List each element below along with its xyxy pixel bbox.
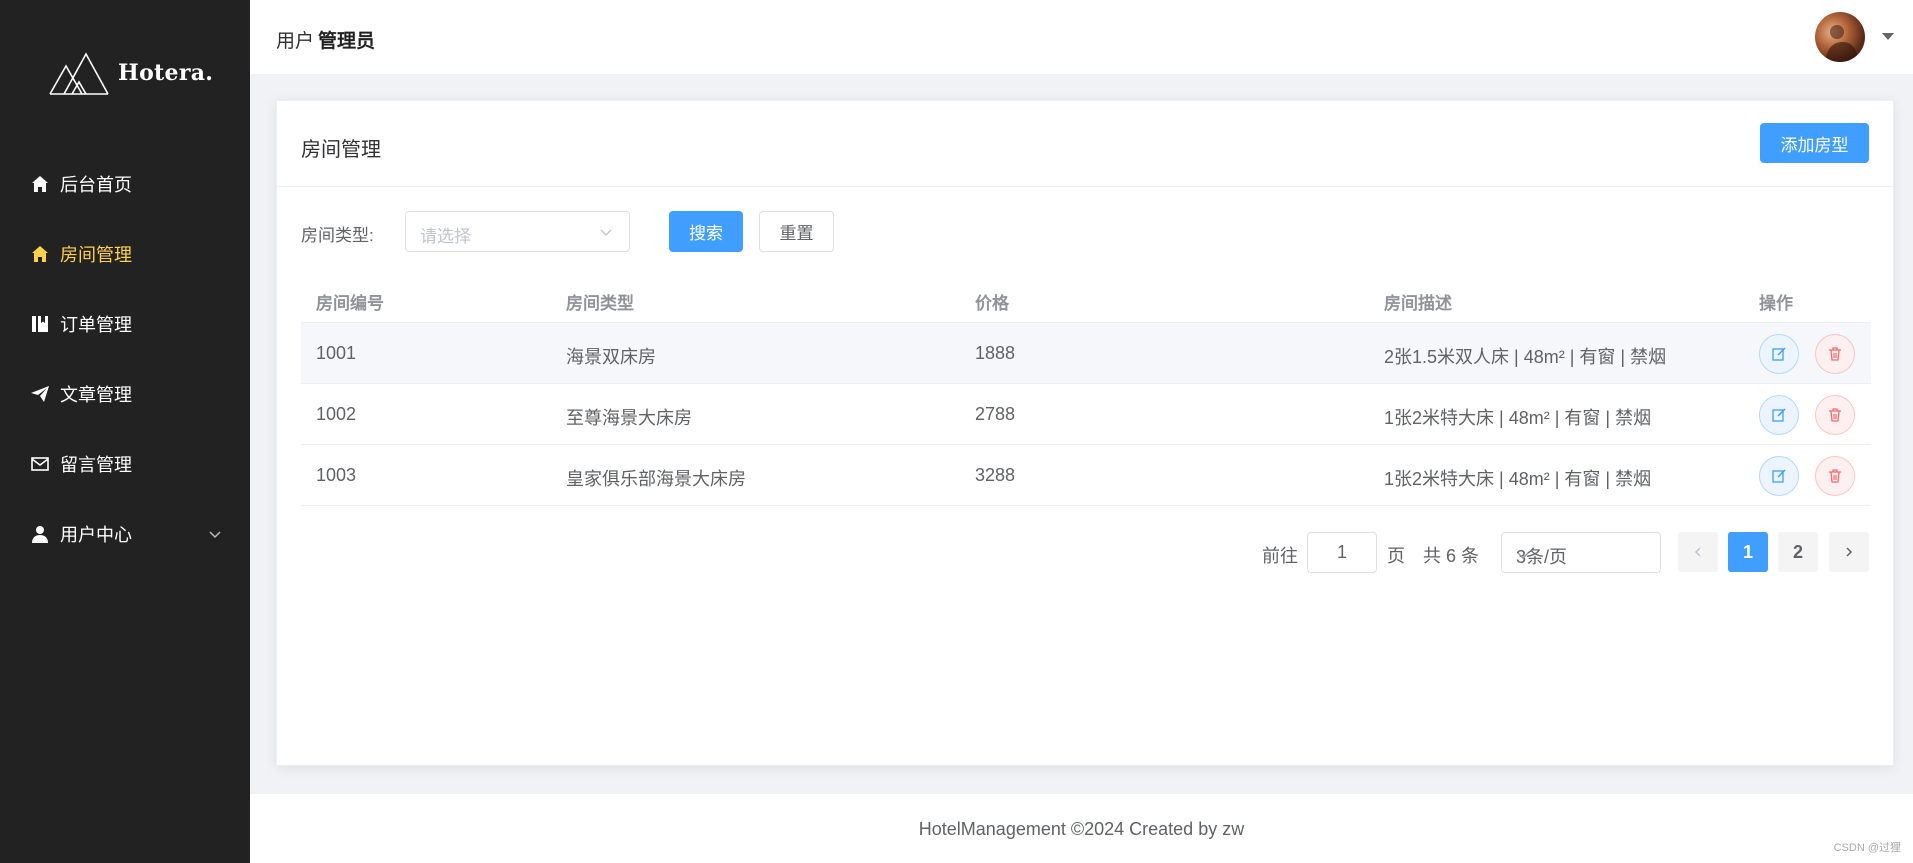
- sidebar-item-dashboard[interactable]: 后台首页: [0, 164, 250, 204]
- sidebar-item-label: 文章管理: [60, 385, 132, 405]
- footer: HotelManagement ©2024 Created by zw CSDN…: [250, 794, 1913, 863]
- trash-icon: [1829, 347, 1841, 361]
- sidebar-item-label: 用户中心: [60, 525, 132, 545]
- user-icon: [30, 524, 50, 544]
- caret-down-icon[interactable]: [1882, 33, 1894, 40]
- edit-icon: [1772, 347, 1786, 361]
- user-role: 管理员: [318, 31, 376, 52]
- page-user-title: 用户 管理员: [276, 26, 375, 53]
- cell-description: 1张2米特大床 | 48m² | 有窗 | 禁烟: [1384, 469, 1652, 489]
- paper-plane-icon: [30, 384, 50, 404]
- edit-icon: [1772, 469, 1786, 483]
- watermark: CSDN @过狸: [1833, 842, 1901, 854]
- chevron-left-icon: [1694, 547, 1701, 557]
- cell-price: 2788: [975, 404, 1016, 424]
- column-header: 操作: [1759, 294, 1793, 313]
- goto-suffix: 页: [1387, 546, 1405, 566]
- chevron-right-icon: [1846, 547, 1853, 557]
- chevron-down-icon: [208, 526, 222, 547]
- book-icon: [30, 314, 50, 334]
- sidebar-item-user-center[interactable]: 用户中心: [0, 514, 250, 554]
- sidebar-item-label: 留言管理: [60, 455, 132, 475]
- goto-prefix: 前往: [1262, 546, 1298, 566]
- sidebar-item-articles[interactable]: 文章管理: [0, 374, 250, 414]
- table-row[interactable]: 1001 海景双床房 1888 2张1.5米双人床 | 48m² | 有窗 | …: [301, 323, 1871, 384]
- sidebar-item-messages[interactable]: 留言管理: [0, 444, 250, 484]
- logo[interactable]: Hotera.: [48, 50, 213, 96]
- trash-icon: [1829, 469, 1841, 483]
- top-header: 用户 管理员: [250, 0, 1913, 74]
- goto-page-input[interactable]: [1307, 532, 1377, 573]
- room-type-select[interactable]: 请选择: [405, 211, 630, 252]
- sidebar-item-label: 房间管理: [60, 245, 132, 265]
- cell-room-id: 1003: [316, 465, 357, 485]
- edit-icon: [1772, 408, 1786, 422]
- room-management-card: 房间管理 添加房型 房间类型: 请选择 搜索 重置 房间编号 房间类型 价格 房…: [276, 100, 1894, 766]
- table-row[interactable]: 1002 至尊海景大床房 2788 1张2米特大床 | 48m² | 有窗 | …: [301, 384, 1871, 445]
- page-size-select[interactable]: 3条/页: [1501, 532, 1661, 573]
- cell-room-id: 1001: [316, 343, 357, 363]
- rooms-table: 房间编号 房间类型 价格 房间描述 操作 1001 海景双床房 1888 2张1…: [301, 273, 1871, 506]
- edit-button[interactable]: [1759, 395, 1799, 435]
- delete-button[interactable]: [1815, 395, 1855, 435]
- column-header: 房间类型: [566, 294, 634, 313]
- user-prefix: 用户: [276, 31, 315, 52]
- card-title: 房间管理: [301, 139, 381, 161]
- cell-room-id: 1002: [316, 404, 357, 424]
- delete-button[interactable]: [1815, 334, 1855, 374]
- avatar[interactable]: [1815, 12, 1865, 62]
- home-icon: [30, 174, 50, 194]
- edit-button[interactable]: [1759, 334, 1799, 374]
- edit-button[interactable]: [1759, 456, 1799, 496]
- sidebar-item-label: 后台首页: [60, 175, 132, 195]
- logo-text: Hotera.: [118, 60, 214, 86]
- next-page-button[interactable]: [1829, 532, 1869, 572]
- column-header: 房间描述: [1384, 294, 1452, 313]
- table-header: 房间编号 房间类型 价格 房间描述 操作: [301, 273, 1871, 323]
- column-header: 房间编号: [316, 294, 384, 313]
- reset-button[interactable]: 重置: [759, 211, 834, 252]
- table-row[interactable]: 1003 皇家俱乐部海景大床房 3288 1张2米特大床 | 48m² | 有窗…: [301, 445, 1871, 506]
- cell-room-type: 至尊海景大床房: [566, 408, 692, 428]
- page-1-button[interactable]: 1: [1728, 532, 1768, 572]
- search-button[interactable]: 搜索: [669, 211, 743, 252]
- add-room-type-button[interactable]: 添加房型: [1760, 123, 1869, 163]
- card-header: 房间管理 添加房型: [277, 101, 1893, 187]
- sidebar-item-rooms[interactable]: 房间管理: [0, 234, 250, 274]
- home-icon: [30, 244, 50, 264]
- mail-icon: [30, 454, 50, 474]
- sidebar-item-label: 订单管理: [60, 315, 132, 335]
- footer-text: HotelManagement ©2024 Created by zw: [918, 819, 1245, 839]
- chevron-down-icon: [1516, 547, 1646, 568]
- cell-description: 2张1.5米双人床 | 48m² | 有窗 | 禁烟: [1384, 347, 1667, 367]
- trash-icon: [1829, 408, 1841, 422]
- cell-description: 1张2米特大床 | 48m² | 有窗 | 禁烟: [1384, 408, 1652, 428]
- sidebar-item-orders[interactable]: 订单管理: [0, 304, 250, 344]
- cell-price: 3288: [975, 465, 1016, 485]
- prev-page-button[interactable]: [1678, 532, 1718, 572]
- cell-room-type: 皇家俱乐部海景大床房: [566, 469, 746, 489]
- column-header: 价格: [975, 294, 1009, 313]
- cell-room-type: 海景双床房: [566, 347, 656, 367]
- mountain-logo-icon: [49, 52, 109, 95]
- total-count: 共 6 条: [1423, 546, 1480, 566]
- chevron-down-icon: [599, 226, 613, 245]
- delete-button[interactable]: [1815, 456, 1855, 496]
- select-placeholder: 请选择: [420, 227, 471, 246]
- sidebar: Hotera. 后台首页 房间管理 订单管理 文章管理 留言管理 用户中心: [0, 0, 250, 863]
- room-type-filter-label: 房间类型:: [301, 226, 374, 245]
- page-2-button[interactable]: 2: [1778, 532, 1818, 572]
- cell-price: 1888: [975, 343, 1016, 363]
